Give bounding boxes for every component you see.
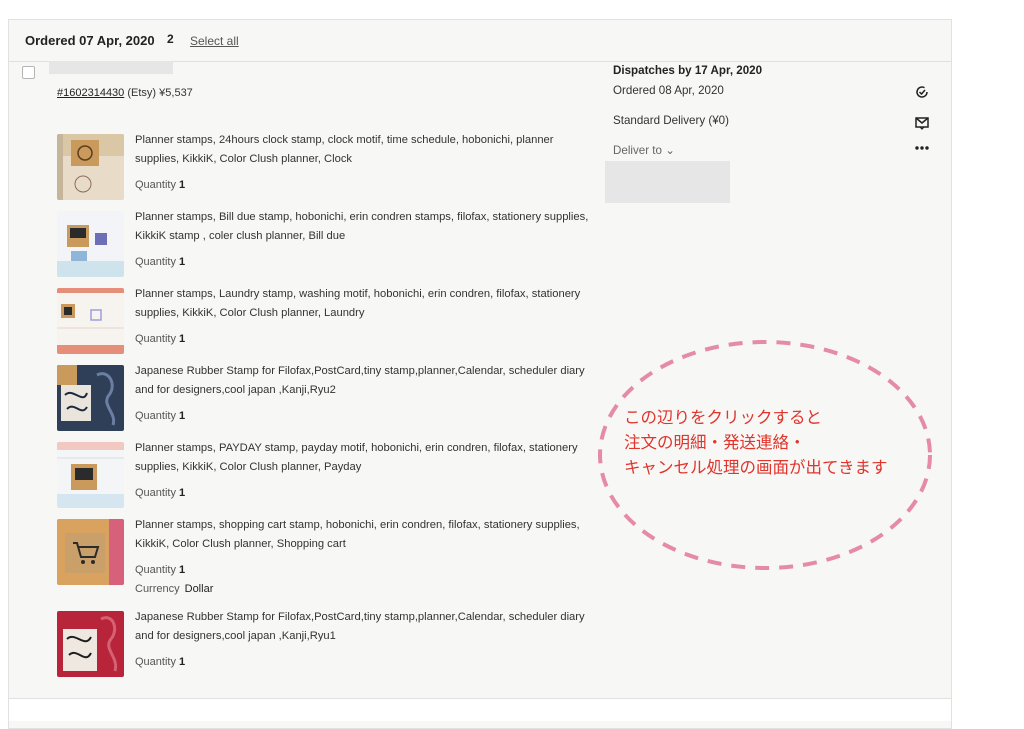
item-thumbnail-laundry[interactable] — [57, 288, 124, 354]
item-title[interactable]: Planner stamps, shopping cart stamp, hob… — [135, 516, 595, 554]
item-title[interactable]: Planner stamps, Bill due stamp, hobonich… — [135, 208, 595, 246]
item-thumbnail-ryu1[interactable] — [57, 611, 124, 677]
annotation-line-3: キャンセル処理の画面が出てきます — [624, 458, 888, 477]
order-source: (Etsy) — [127, 87, 157, 99]
item-quantity: Quantity 1 — [135, 333, 186, 345]
order-summary: #1602314430 (Etsy) ¥5,537 — [57, 87, 193, 99]
annotation-line-2: 注文の明細・発送連絡・ — [624, 433, 806, 452]
item-quantity: Quantity 1 — [135, 564, 186, 576]
item-quantity: Quantity 1 — [135, 656, 186, 668]
item-thumbnail-clock[interactable] — [57, 134, 124, 200]
group-header: Ordered 07 Apr, 2020 2 Select all — [9, 20, 951, 62]
item-title[interactable]: Planner stamps, PAYDAY stamp, payday mot… — [135, 439, 595, 477]
item-thumbnail-bill-due[interactable] — [57, 211, 124, 277]
item-quantity: Quantity 1 — [135, 256, 186, 268]
check-clock-icon[interactable] — [914, 84, 930, 100]
order-count: 2 — [167, 32, 174, 46]
annotation-line-1: この辺りをクリックすると — [624, 408, 822, 427]
item-currency: Currency Dollar — [135, 583, 214, 595]
item-title[interactable]: Planner stamps, Laundry stamp, washing m… — [135, 285, 595, 323]
order-number-link[interactable]: #1602314430 — [57, 87, 124, 99]
item-title[interactable]: Japanese Rubber Stamp for Filofax,PostCa… — [135, 608, 595, 646]
item-quantity: Quantity 1 — [135, 410, 186, 422]
item-thumbnail-payday[interactable] — [57, 442, 124, 508]
item-quantity: Quantity 1 — [135, 179, 186, 191]
redacted-address — [605, 161, 730, 203]
item-title[interactable]: Planner stamps, 24hours clock stamp, clo… — [135, 131, 595, 169]
next-order-area — [9, 699, 951, 721]
item-thumbnail-ryu2[interactable] — [57, 365, 124, 431]
select-all-link[interactable]: Select all — [190, 34, 239, 48]
more-dots-icon[interactable] — [914, 140, 930, 156]
deliver-to-toggle[interactable]: Deliver to ⌄ — [613, 143, 675, 157]
annotation-text: この辺りをクリックすると 注文の明細・発送連絡・ キャンセル処理の画面が出てきま… — [624, 405, 888, 480]
item-quantity: Quantity 1 — [135, 487, 186, 499]
dispatch-date: Dispatches by 17 Apr, 2020 — [613, 64, 763, 77]
ordered-date: Ordered 07 Apr, 2020 — [25, 33, 155, 48]
item-thumbnail-shopping-cart[interactable] — [57, 519, 124, 585]
item-title[interactable]: Japanese Rubber Stamp for Filofax,PostCa… — [135, 362, 595, 400]
shipping-ordered-date: Ordered 08 Apr, 2020 — [613, 84, 724, 97]
delivery-method: Standard Delivery (¥0) — [613, 114, 729, 127]
message-icon[interactable] — [914, 115, 930, 131]
order-total: ¥5,537 — [159, 87, 193, 99]
redacted-buyer-name — [49, 61, 173, 74]
order-checkbox[interactable] — [22, 66, 35, 79]
